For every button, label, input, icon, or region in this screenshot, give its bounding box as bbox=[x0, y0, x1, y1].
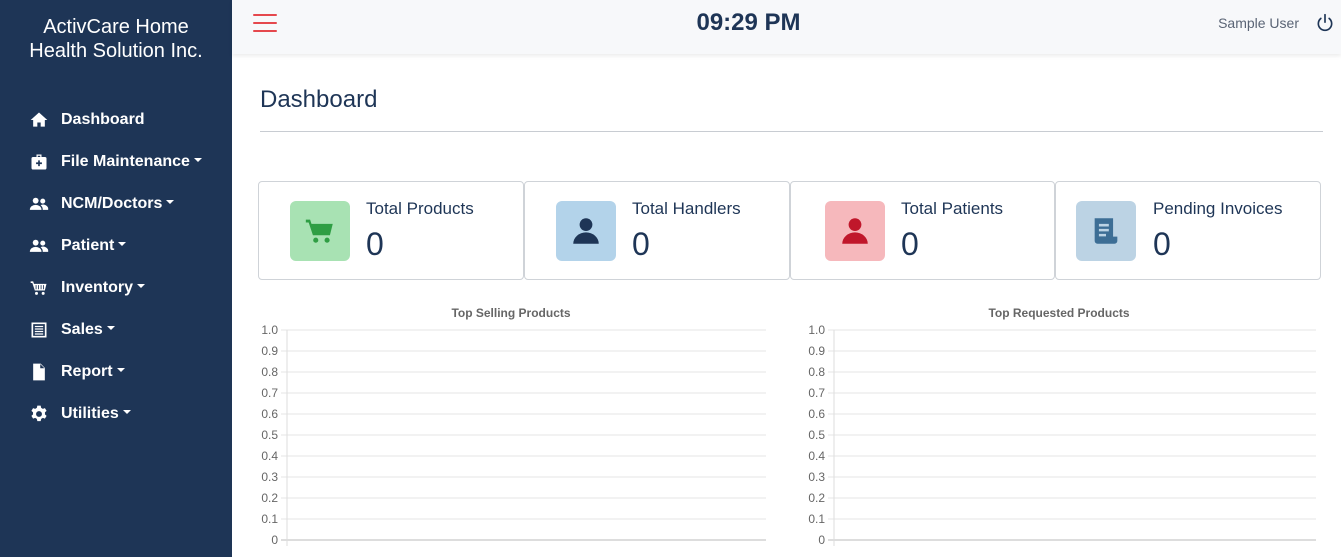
chevron-down-icon bbox=[137, 284, 146, 288]
file-icon bbox=[28, 361, 50, 383]
y-tick-label: 1.0 bbox=[261, 323, 278, 337]
card-title: Total Products bbox=[366, 199, 474, 218]
card-total-patients: Total Patients 0 bbox=[790, 181, 1055, 280]
card-total-handlers: Total Handlers 0 bbox=[524, 181, 790, 280]
medkit-icon bbox=[28, 151, 50, 173]
card-value: 0 bbox=[366, 226, 384, 262]
user-name[interactable]: Sample User bbox=[1218, 15, 1299, 31]
users-icon bbox=[28, 193, 50, 215]
y-tick-label: 0.2 bbox=[808, 491, 825, 505]
chart-top-requested-plot: Top Requested Products 1.0 0.9 0.8 0.7 0.6 0.5… bbox=[808, 306, 1316, 547]
receipt-icon bbox=[28, 319, 50, 341]
chevron-down-icon bbox=[106, 326, 115, 330]
invoice-icon bbox=[1076, 201, 1136, 261]
y-tick-label: 0.1 bbox=[808, 512, 825, 526]
card-value: 0 bbox=[901, 226, 919, 262]
y-tick-label: 0.9 bbox=[261, 344, 278, 358]
sidebar-item-label: NCM/Doctors bbox=[61, 195, 163, 212]
y-tick-label: 0.3 bbox=[261, 470, 278, 484]
user-icon bbox=[556, 201, 616, 261]
chevron-down-icon bbox=[122, 410, 131, 414]
sidebar-item-utilities[interactable]: Utilities bbox=[0, 393, 232, 435]
sidebar-item-label: File Maintenance bbox=[61, 153, 190, 170]
sidebar-item-ncm-doctors[interactable]: NCM/Doctors bbox=[0, 183, 232, 225]
stat-cards: Total Products 0 Total Handlers 0 Total … bbox=[258, 181, 1321, 280]
sidebar-item-label: Utilities bbox=[61, 405, 119, 422]
y-tick-label: 0.6 bbox=[808, 407, 825, 421]
y-tick-label: 1.0 bbox=[808, 323, 825, 337]
y-tick-label: 0.5 bbox=[261, 428, 278, 442]
cart-icon bbox=[28, 277, 50, 299]
power-icon[interactable] bbox=[1315, 13, 1335, 33]
y-tick-label: 0.7 bbox=[808, 386, 825, 400]
chart-top-requested: Top Requested Products 1.0 0.9 0.8 0.7 0.6 0.5… bbox=[804, 305, 1318, 557]
chart-top-selling: Top Selling Products 1.0 0.9 0.8 0.7 0.6 0.5 0.… bbox=[256, 305, 768, 557]
cart-icon bbox=[290, 201, 350, 261]
card-title: Total Handlers bbox=[632, 199, 741, 218]
chevron-down-icon bbox=[193, 158, 202, 162]
chart-title: Top Selling Products bbox=[451, 306, 570, 320]
sidebar-item-file-maintenance[interactable]: File Maintenance bbox=[0, 141, 232, 183]
brand-title: ActivCare Home Health Solution Inc. bbox=[29, 16, 203, 62]
chevron-down-icon bbox=[118, 242, 127, 246]
y-tick-label: 0.9 bbox=[808, 344, 825, 358]
card-title: Pending Invoices bbox=[1153, 199, 1283, 218]
card-pending-invoices: Pending Invoices 0 bbox=[1055, 181, 1321, 280]
y-tick-label: 0.6 bbox=[261, 407, 278, 421]
clock: 09:29 PM bbox=[696, 9, 801, 36]
chart-title: Top Requested Products bbox=[988, 306, 1129, 320]
card-title: Total Patients bbox=[901, 199, 1004, 218]
y-tick-label: 0 bbox=[818, 533, 825, 547]
chart-top-selling-plot: Top Selling Products 1.0 0.9 0.8 0.7 0.6 0.5 0.… bbox=[261, 306, 766, 547]
sidebar-item-label: Patient bbox=[61, 237, 115, 254]
y-tick-label: 0 bbox=[271, 533, 278, 547]
y-tick-label: 0.7 bbox=[261, 386, 278, 400]
sidebar-item-label: Dashboard bbox=[61, 111, 145, 128]
y-tick-label: 0.1 bbox=[261, 512, 278, 526]
card-value: 0 bbox=[632, 226, 650, 262]
sidebar-item-report[interactable]: Report bbox=[0, 351, 232, 393]
sidebar-item-patient[interactable]: Patient bbox=[0, 225, 232, 267]
page-title: Dashboard bbox=[260, 86, 378, 113]
y-tick-label: 0.2 bbox=[261, 491, 278, 505]
user-icon bbox=[825, 201, 885, 261]
y-tick-label: 0.3 bbox=[808, 470, 825, 484]
sidebar-item-label: Sales bbox=[61, 321, 103, 338]
users-icon bbox=[28, 235, 50, 257]
sidebar-item-sales[interactable]: Sales bbox=[0, 309, 232, 351]
chevron-down-icon bbox=[166, 200, 175, 204]
y-tick-label: 0.8 bbox=[808, 365, 825, 379]
sidebar-item-label: Inventory bbox=[61, 279, 134, 296]
sidebar-nav: Dashboard File Maintenance NCM/Doctors P… bbox=[0, 99, 232, 435]
y-tick-label: 0.4 bbox=[261, 449, 278, 463]
chevron-down-icon bbox=[116, 368, 125, 372]
y-tick-label: 0.8 bbox=[261, 365, 278, 379]
home-icon bbox=[28, 109, 50, 131]
sidebar: ActivCare Home Health Solution Inc. Dashb… bbox=[0, 0, 232, 557]
gear-icon bbox=[28, 403, 50, 425]
divider bbox=[260, 131, 1323, 132]
y-tick-label: 0.4 bbox=[808, 449, 825, 463]
card-total-products: Total Products 0 bbox=[258, 181, 524, 280]
sidebar-item-dashboard[interactable]: Dashboard bbox=[0, 99, 232, 141]
card-value: 0 bbox=[1153, 226, 1171, 262]
topbar: 09:29 PM Sample User bbox=[232, 0, 1341, 54]
y-tick-label: 0.5 bbox=[808, 428, 825, 442]
sidebar-item-inventory[interactable]: Inventory bbox=[0, 267, 232, 309]
sidebar-item-label: Report bbox=[61, 363, 113, 380]
